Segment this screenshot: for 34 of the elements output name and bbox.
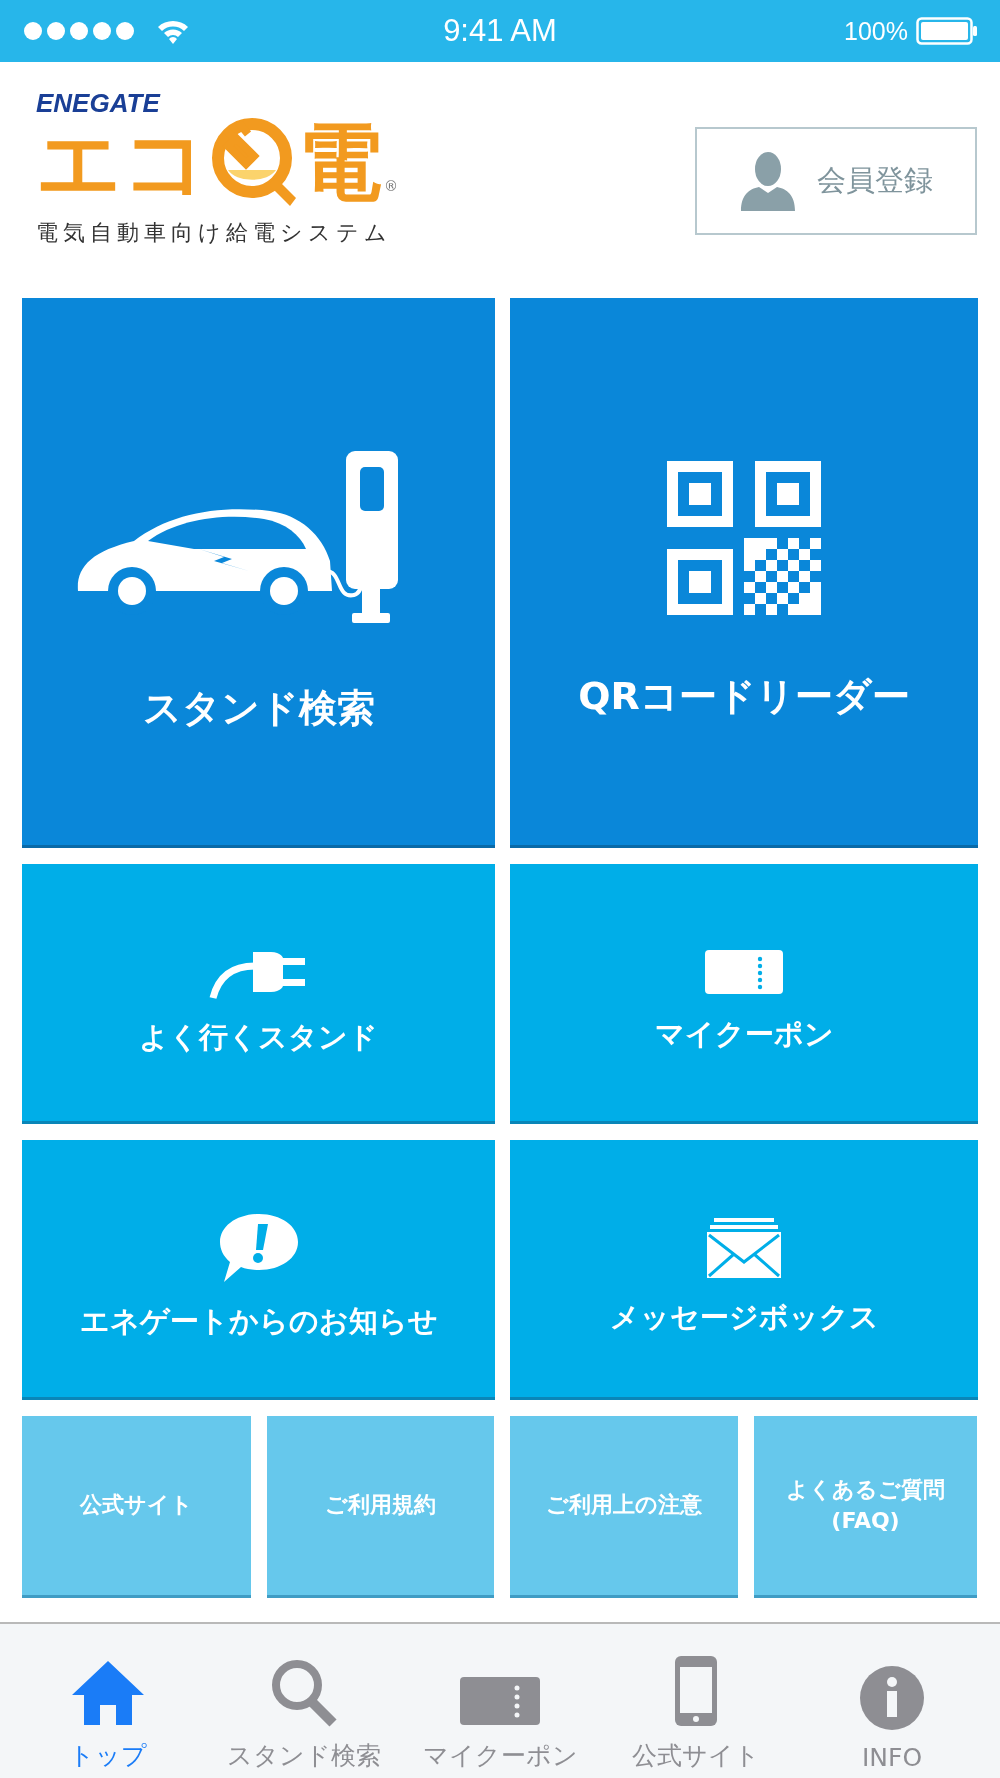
tab[interactable]: トップ — [10, 1624, 206, 1778]
registered-mark: ® — [384, 178, 398, 195]
phone-icon — [674, 1655, 718, 1727]
tab[interactable]: 公式サイト — [598, 1624, 794, 1778]
ticket-icon — [459, 1675, 541, 1727]
tab[interactable]: マイクーポン — [402, 1624, 598, 1778]
home-icon — [72, 1659, 144, 1727]
logo-text: 電 — [298, 116, 382, 209]
wifi-icon — [156, 18, 190, 44]
search-icon — [271, 1659, 337, 1727]
status-time: 9:41 AM — [443, 13, 557, 49]
info-icon — [859, 1665, 925, 1731]
link-tile[interactable]: ご利用上の注意 — [510, 1416, 738, 1598]
qr-code-icon — [667, 461, 821, 615]
link-tile[interactable]: よくあるご質問 (FAQ) — [754, 1416, 977, 1598]
tab[interactable]: INFO — [794, 1624, 990, 1778]
menu-tile[interactable]: エネゲートからのお知らせ — [22, 1140, 495, 1400]
battery-icon — [916, 17, 978, 45]
tagline: 電気自動車向け給電システム — [36, 219, 393, 248]
member-register-button[interactable]: 会員登録 — [695, 127, 977, 235]
tab[interactable]: スタンド検索 — [206, 1624, 402, 1778]
menu-tile[interactable]: マイクーポン — [510, 864, 978, 1124]
brand-name: ENEGATE — [36, 90, 162, 116]
menu-tile[interactable]: メッセージボックス — [510, 1140, 978, 1400]
menu-tile[interactable]: スタンド検索 — [22, 298, 495, 848]
link-tile[interactable]: 公式サイト — [22, 1416, 251, 1598]
link-tile[interactable]: ご利用規約 — [267, 1416, 494, 1598]
envelope-icon — [706, 1215, 782, 1280]
menu-tile[interactable]: よく行くスタンド — [22, 864, 495, 1124]
menu-tile[interactable]: QRコードリーダー — [510, 298, 978, 848]
person-icon — [739, 151, 797, 211]
speech-bubble-icon — [217, 1211, 300, 1284]
battery-percent: 100% — [844, 16, 908, 46]
logo-text: エコ — [36, 116, 208, 209]
